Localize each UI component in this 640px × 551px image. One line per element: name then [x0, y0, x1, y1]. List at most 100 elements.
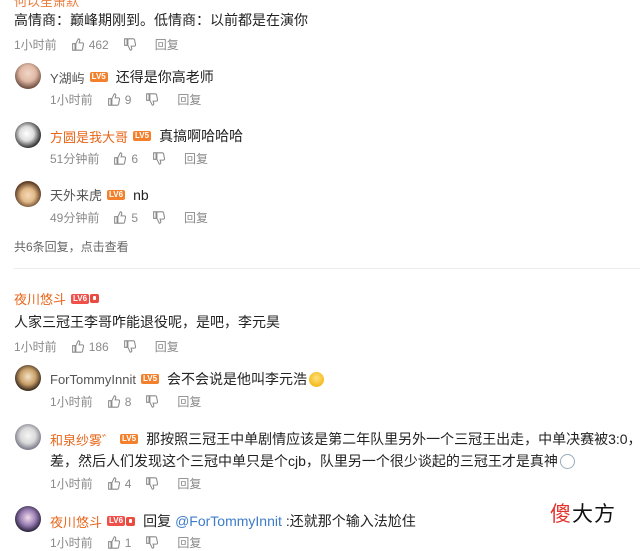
like-count: 6: [131, 151, 139, 166]
reply-header: ForTommyInnit LV5 会不会说是他叫李元浩: [50, 369, 325, 389]
comment-meta: 1小时前 462 回复: [14, 36, 193, 53]
vip-icon: [126, 516, 136, 526]
reply-button[interactable]: 回复: [184, 209, 208, 226]
reply-text: 真搞啊哈哈哈: [159, 128, 244, 144]
level-badge: LV5: [89, 72, 108, 82]
avatar[interactable]: [15, 365, 41, 391]
reply-header: 和泉纱雾゛ LV5 那按照三冠王中单剧情应该是第二年队里另外一个三冠王出走，中单…: [50, 429, 640, 449]
reply-username[interactable]: 方圆是我大哥: [50, 127, 128, 146]
reply-button[interactable]: 回复: [177, 475, 201, 492]
reply-meta: 1小时前 8 回复: [50, 393, 215, 410]
avatar[interactable]: [15, 506, 41, 532]
reply-prefix: 回复: [143, 513, 172, 529]
like-count: 462: [88, 37, 109, 52]
thumbs-up-icon: [71, 340, 84, 353]
comment-header: 夜川悠斗 LV6: [14, 289, 100, 308]
reply-text: 差，然后人们发现这个三冠中单只是个cjb，队里另一个很少谈起的三冠王才是真神: [50, 453, 558, 469]
reply-button[interactable]: 回复: [155, 36, 179, 53]
like-count: 8: [124, 394, 132, 409]
reply-header: 天外来虎 LV6 nb: [50, 185, 149, 204]
reply-text: 会不会说是他叫李元浩: [167, 371, 308, 387]
thumbs-up-icon: [107, 93, 120, 106]
avatar[interactable]: [15, 122, 41, 148]
like-button[interactable]: 462: [71, 38, 109, 52]
thumbs-up-icon: [71, 38, 84, 51]
vip-icon: [90, 294, 100, 303]
view-all-replies-link[interactable]: 共6条回复，点击查看: [14, 238, 129, 255]
thumbs-up-icon: [107, 395, 120, 408]
reply-time: 51分钟前: [50, 152, 100, 166]
comment-text: 高情商：巅峰期刚到。低情商：以前都是在演你: [14, 12, 308, 28]
level-badge: LV6: [107, 516, 126, 526]
reply-button[interactable]: 回复: [177, 534, 201, 551]
reply-text: 那按照三冠王中单剧情应该是第二年队里另外一个三冠王出走，中单决赛被3:0，两: [146, 431, 640, 447]
thumbs-down-icon: [146, 477, 159, 490]
reply-text: nb: [133, 186, 149, 203]
avatar[interactable]: [15, 181, 41, 207]
watermark: 傻大方: [550, 498, 616, 528]
reply-username[interactable]: 和泉纱雾゛: [50, 430, 115, 449]
top-username[interactable]: 何以笙箫默: [14, 0, 79, 10]
level-badge: LV6: [71, 293, 90, 304]
level-badge: LV5: [140, 374, 160, 384]
reply-time: 1小时前: [50, 395, 93, 409]
reply-button[interactable]: 回复: [177, 91, 201, 108]
dislike-button[interactable]: [152, 152, 170, 165]
like-count: 1: [124, 535, 132, 550]
like-button[interactable]: 9: [107, 93, 131, 107]
like-count: 4: [124, 476, 132, 491]
reply-username[interactable]: 夜川悠斗: [50, 512, 102, 531]
dislike-button[interactable]: [123, 38, 141, 51]
avatar[interactable]: [15, 63, 41, 89]
divider: [14, 268, 640, 269]
watermark-part1: 傻: [550, 503, 572, 526]
comment-time: 1小时前: [14, 38, 57, 52]
level-badge: LV6: [107, 189, 126, 200]
comment-text: 人家三冠王李哥咋能退役呢，是吧，李元昊: [14, 314, 280, 330]
thumbs-down-icon: [146, 395, 159, 408]
like-button[interactable]: 186: [71, 340, 109, 354]
like-button[interactable]: 5: [113, 211, 138, 225]
like-count: 5: [131, 210, 139, 225]
like-button[interactable]: 1: [107, 535, 132, 550]
reply-header: 夜川悠斗 LV6 回复 @ForTommyInnit :还就那个输入法尬住: [50, 511, 416, 531]
avatar[interactable]: [15, 424, 41, 450]
wink-emoji-icon: [309, 371, 325, 387]
reply-button[interactable]: 回复: [155, 338, 179, 355]
thumbs-down-icon: [153, 152, 166, 165]
like-button[interactable]: 8: [107, 394, 132, 409]
thumbs-down-icon: [146, 536, 159, 549]
reply-time: 1小时前: [50, 536, 93, 550]
reply-header: Y湖屿 LV5 还得是你高老师: [50, 67, 214, 87]
reply-meta: 1小时前 9 回复: [50, 91, 215, 108]
reply-meta: 1小时前 1 回复: [50, 534, 215, 551]
dislike-button[interactable]: [145, 93, 163, 106]
reply-meta: 51分钟前 6 回复: [50, 150, 222, 167]
level-badge: LV5: [120, 434, 139, 444]
like-button[interactable]: 4: [107, 476, 132, 491]
thumbs-down-icon: [146, 93, 159, 106]
reply-username[interactable]: Y湖屿: [50, 68, 85, 87]
dislike-button[interactable]: [145, 477, 163, 490]
reply-username[interactable]: 天外来虎: [50, 185, 102, 204]
dislike-button[interactable]: [145, 395, 163, 408]
like-button[interactable]: 6: [113, 152, 138, 166]
reply-button[interactable]: 回复: [184, 150, 208, 167]
dislike-button[interactable]: [123, 340, 141, 353]
reply-username[interactable]: ForTommyInnit: [50, 372, 136, 387]
reply-button[interactable]: 回复: [177, 393, 201, 410]
thumbs-up-icon: [114, 152, 127, 165]
reply-time: 49分钟前: [50, 211, 100, 225]
reply-meta: 1小时前 4 回复: [50, 475, 215, 492]
watermark-part2: 大方: [572, 503, 616, 526]
thumbs-up-icon: [107, 477, 120, 490]
reply-time: 1小时前: [50, 93, 93, 107]
comment-username[interactable]: 夜川悠斗: [14, 289, 66, 308]
dislike-button[interactable]: [152, 211, 170, 224]
mention-link[interactable]: @ForTommyInnit: [175, 513, 282, 529]
comment-meta: 1小时前 186 回复: [14, 338, 193, 355]
dislike-button[interactable]: [145, 536, 163, 549]
thumbs-down-icon: [153, 211, 166, 224]
reply-time: 1小时前: [50, 477, 93, 491]
comment-time: 1小时前: [14, 340, 57, 354]
